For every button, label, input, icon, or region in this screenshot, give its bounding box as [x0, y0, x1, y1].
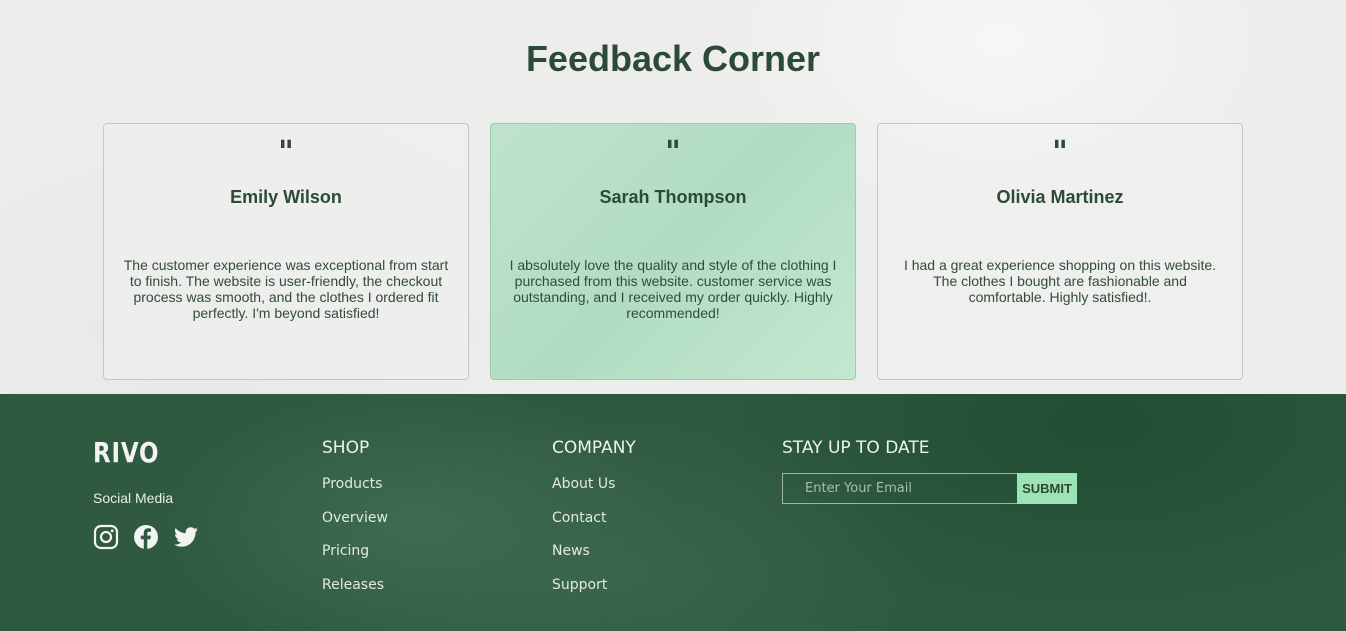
testimonial-text: I had a great experience shopping on thi… [903, 257, 1217, 305]
newsletter-section: STAY UP TO DATE SUBMIT [782, 438, 1077, 504]
testimonial-card: " Emily Wilson The customer experience w… [103, 123, 469, 380]
testimonial-card: " Olivia Martinez I had a great experien… [877, 123, 1243, 380]
instagram-icon[interactable] [93, 524, 119, 550]
company-column: COMPANY About Us Contact News Support [552, 438, 636, 610]
company-heading: COMPANY [552, 438, 636, 458]
testimonial-text: The customer experience was exceptional … [123, 257, 449, 321]
footer-link-contact[interactable]: Contact [552, 510, 636, 544]
social-media-label: Social Media [93, 490, 174, 506]
footer-link-news[interactable]: News [552, 543, 636, 577]
email-input[interactable] [782, 473, 1018, 504]
footer-link-releases[interactable]: Releases [322, 577, 388, 611]
social-icons [93, 524, 199, 550]
footer-link-overview[interactable]: Overview [322, 510, 388, 544]
footer-link-about-us[interactable]: About Us [552, 476, 636, 510]
quote-icon: " [278, 135, 294, 170]
testimonial-name: Sarah Thompson [599, 187, 747, 207]
footer-link-products[interactable]: Products [322, 476, 388, 510]
shop-column: SHOP Products Overview Pricing Releases [322, 438, 388, 610]
submit-button[interactable]: SUBMIT [1017, 473, 1077, 504]
shop-heading: SHOP [322, 438, 370, 458]
quote-icon: " [1052, 135, 1068, 170]
newsletter-heading: STAY UP TO DATE [782, 438, 930, 458]
feedback-title: Feedback Corner [525, 38, 821, 79]
testimonial-name: Olivia Martinez [996, 187, 1124, 207]
testimonial-name: Emily Wilson [230, 187, 342, 207]
facebook-icon[interactable] [133, 524, 159, 550]
testimonial-card-featured: " Sarah Thompson I absolutely love the q… [490, 123, 856, 380]
brand-logo[interactable]: RIVO [93, 436, 159, 469]
footer-link-pricing[interactable]: Pricing [322, 543, 388, 577]
twitter-icon[interactable] [173, 524, 199, 550]
feedback-section: Feedback Corner " Emily Wilson The custo… [0, 0, 1346, 394]
testimonial-text: I absolutely love the quality and style … [509, 257, 837, 321]
footer: RIVO Social Media SHOP Products Overview [0, 394, 1346, 631]
quote-icon: " [665, 135, 681, 170]
footer-link-support[interactable]: Support [552, 577, 636, 611]
